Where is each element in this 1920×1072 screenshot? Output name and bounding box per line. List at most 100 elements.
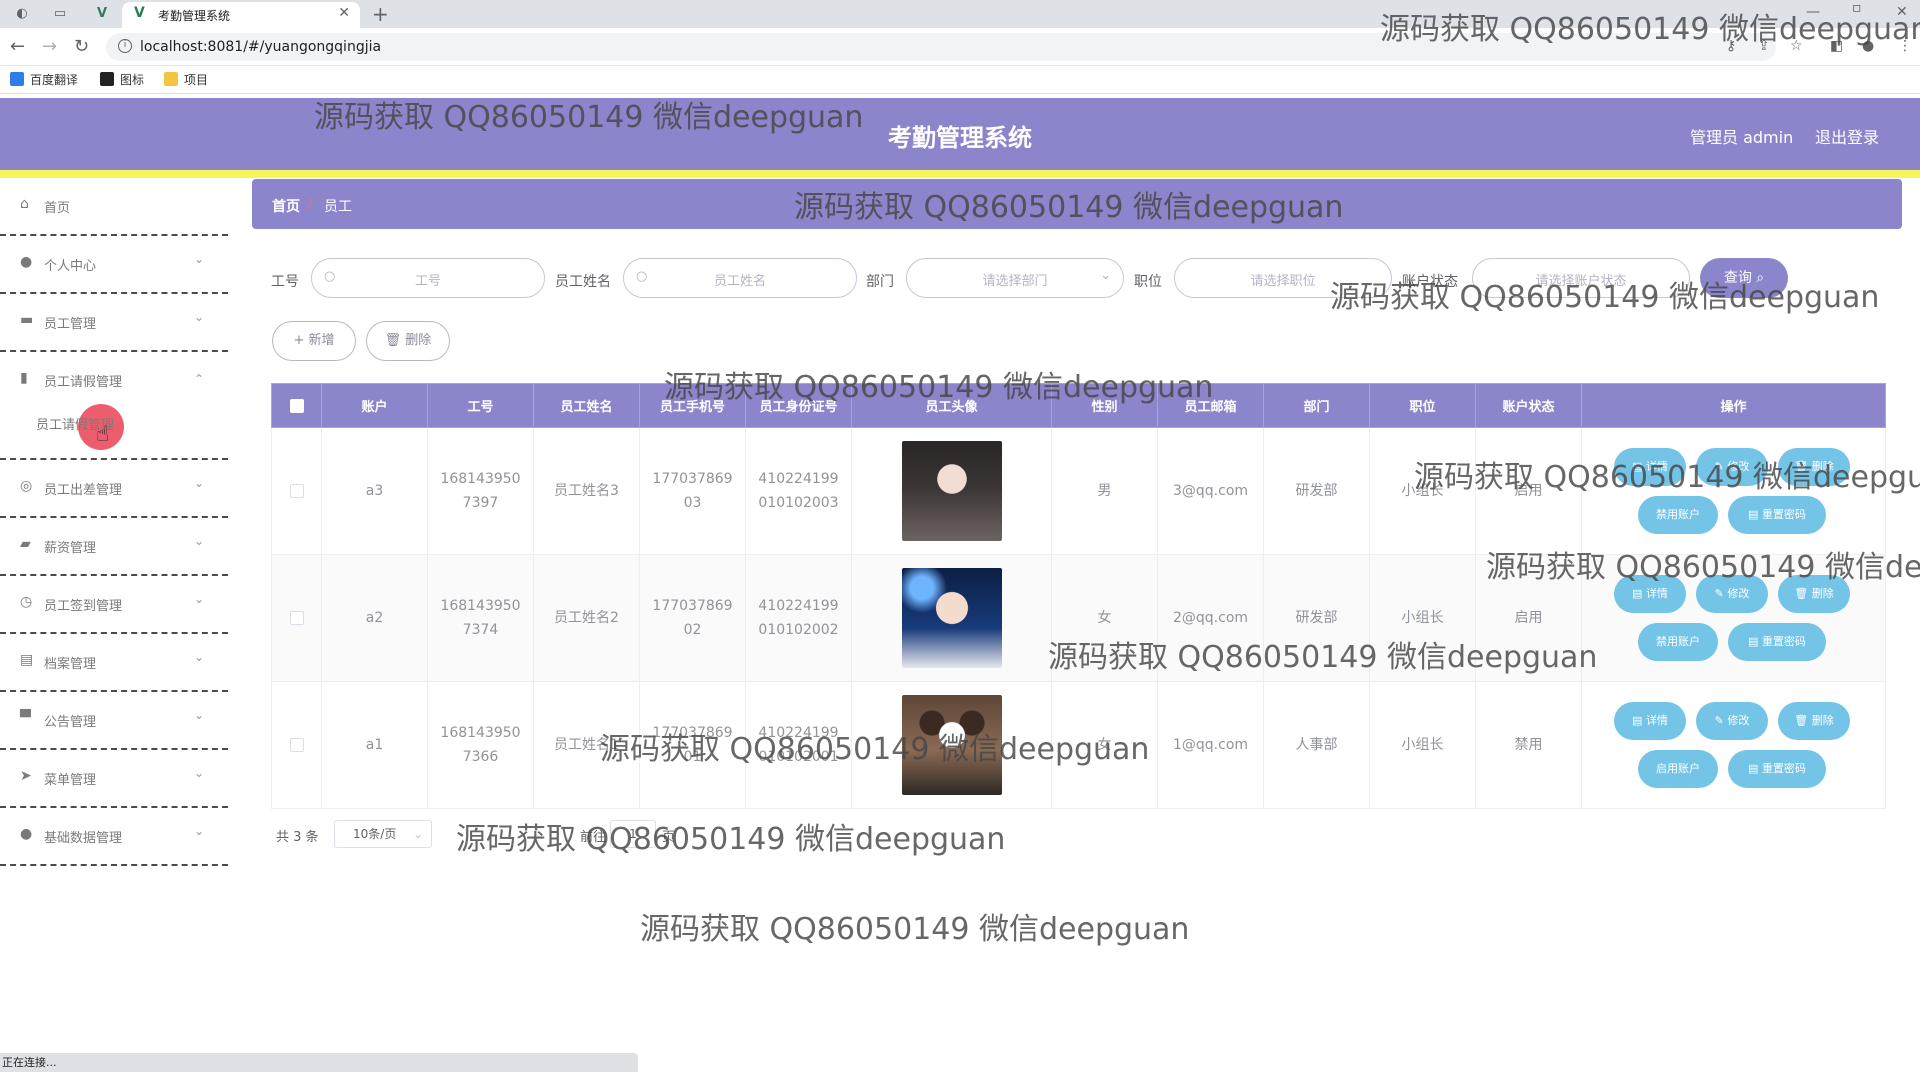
sidebar-item-personal[interactable]: ● 个人中心 ⌄ [0, 236, 228, 294]
sidebar-item-checkin[interactable]: ◷ 员工签到管理 ⌄ [0, 576, 228, 634]
trash-icon: 🗑 [1794, 460, 1812, 473]
monitor-icon: ▀ [20, 710, 31, 726]
row-checkbox[interactable] [289, 484, 304, 498]
bookmark-item[interactable]: 百度翻译 [10, 71, 78, 88]
back-icon[interactable]: ← [10, 36, 25, 57]
delete-label: 删除 [1811, 587, 1834, 600]
key-icon[interactable]: ⚷ [1726, 38, 1736, 54]
cell-email: 3@qq.com [1157, 427, 1264, 555]
star-icon[interactable]: ☆ [1790, 38, 1803, 54]
edit-button[interactable]: ✎ 修改 [1696, 575, 1768, 613]
sidebar-item-employee[interactable]: ▬ 员工管理 ⌄ [0, 294, 228, 352]
add-button[interactable]: + 新增 [272, 321, 356, 361]
bookmark-item[interactable]: 项目 [164, 71, 208, 88]
detail-button[interactable]: ▤ 详情 [1614, 702, 1686, 740]
sidebar-item-label: 公告管理 [44, 715, 97, 730]
profile-icon[interactable]: ● [1862, 38, 1874, 54]
edit-icon: ✎ [1714, 714, 1728, 727]
breadcrumb-home[interactable]: 首页 [272, 196, 300, 216]
delete-button[interactable]: 🗑 删除 [1778, 702, 1850, 740]
cell-position: 小组长 [1369, 681, 1476, 809]
dept-select[interactable]: 请选择部门 ⌄ [906, 258, 1124, 298]
cell-avatar [851, 427, 1052, 555]
row-select-cell[interactable] [271, 554, 322, 682]
toggle-account-button[interactable]: 禁用账户 [1638, 496, 1718, 534]
edit-icon: ✎ [1714, 587, 1728, 600]
reload-icon[interactable]: ↻ [74, 36, 89, 57]
browser-tab-active[interactable]: V 考勤管理系统 ✕ [122, 2, 360, 28]
cell-dept: 研发部 [1263, 427, 1370, 555]
cell-email: 1@qq.com [1157, 681, 1264, 809]
current-user: 管理员 admin [1690, 128, 1794, 147]
name-input[interactable]: ○ 员工姓名 [623, 258, 857, 298]
url-input[interactable]: i localhost:8081/#/yuangongqingjia [106, 33, 1776, 61]
avatar-image[interactable] [901, 568, 1002, 668]
sidebar-item-label: 员工出差管理 [44, 483, 123, 498]
cell-phone: 17703786902 [639, 554, 746, 682]
tab-search-icon[interactable]: ◐ [12, 4, 32, 24]
delete-button[interactable]: 🗑 删除 [1778, 448, 1850, 486]
detail-button[interactable]: ▤ 详情 [1614, 575, 1686, 613]
row-checkbox[interactable] [289, 611, 304, 625]
avatar-image[interactable] [901, 441, 1002, 541]
row-select-cell[interactable] [271, 681, 322, 809]
new-tab-icon[interactable]: + [372, 2, 389, 26]
chevron-down-icon: ⌄ [194, 592, 205, 606]
cell-job-no: 1681439507374 [427, 554, 534, 682]
position-select[interactable]: 请选择职位 [1174, 258, 1392, 298]
reset-password-button[interactable]: ▤ 重置密码 [1728, 750, 1826, 788]
page-size-select[interactable]: 10条/页 ⌄ [334, 820, 432, 848]
avatar-image[interactable] [901, 695, 1002, 795]
info-icon[interactable]: i [118, 39, 132, 53]
edit-button[interactable]: ✎ 修改 [1696, 702, 1768, 740]
delete-label: 删除 [1811, 460, 1834, 473]
reset-password-button[interactable]: ▤ 重置密码 [1728, 496, 1826, 534]
detail-label: 详情 [1645, 587, 1668, 600]
minimize-icon[interactable]: — [1806, 4, 1820, 20]
delete-button[interactable]: 🗑 删除 [1778, 575, 1850, 613]
forward-icon[interactable]: → [42, 36, 57, 57]
edit-button[interactable]: ✎ 修改 [1696, 448, 1768, 486]
sidebar-item-salary[interactable]: ▰ 薪资管理 ⌄ [0, 518, 228, 576]
detail-button[interactable]: ▤ 详情 [1614, 448, 1686, 486]
tab-bookmark-icon[interactable]: ▭ [50, 4, 70, 24]
sidebar-item-menu[interactable]: ➤ 菜单管理 ⌄ [0, 750, 228, 808]
sidebar-item-notice[interactable]: ▀ 公告管理 ⌄ [0, 692, 228, 750]
bookmark-image-icon [100, 72, 114, 86]
bar-chart-icon: ▮ [20, 370, 28, 386]
row-select-cell[interactable] [271, 427, 322, 555]
sidebar-item-home[interactable]: ⌂ 首页 [0, 178, 228, 236]
reset-password-button[interactable]: ▤ 重置密码 [1728, 623, 1826, 661]
select-all-checkbox[interactable] [289, 398, 304, 413]
toggle-account-button[interactable]: 启用账户 [1638, 750, 1718, 788]
chevron-down-icon: ⌄ [194, 310, 205, 324]
pinned-tab-icon[interactable]: V [92, 4, 112, 24]
clipboard-icon: ▤ [20, 652, 34, 668]
status-select[interactable]: 请选择账户状态 [1472, 258, 1690, 298]
batch-delete-button[interactable]: 🗑 删除 [366, 321, 450, 361]
toggle-account-button[interactable]: 禁用账户 [1638, 623, 1718, 661]
sidebar-item-business-trip[interactable]: ◎ 员工出差管理 ⌄ [0, 460, 228, 518]
row-checkbox[interactable] [289, 738, 304, 752]
placeholder: 请选择职位 [1250, 274, 1316, 289]
search-button[interactable]: 查询 ⌕ [1700, 258, 1788, 298]
menu-dots-icon[interactable]: ⋮ [1898, 38, 1912, 54]
folder-icon: ▬ [20, 312, 34, 328]
table-header-row: 账户 工号 员工姓名 员工手机号 员工身份证号 员工头像 性别 员工邮箱 部门 … [271, 383, 1886, 428]
sidepanel-icon[interactable]: ◧ [1830, 38, 1843, 54]
edit-label: 修改 [1727, 460, 1750, 473]
close-window-icon[interactable]: ✕ [1896, 4, 1908, 20]
maximize-icon[interactable]: ▫ [1852, 0, 1862, 16]
sidebar-item-base-data[interactable]: ● 基础数据管理 ⌄ [0, 808, 228, 866]
tab-close-icon[interactable]: ✕ [338, 5, 350, 21]
document-icon: ▤ [1632, 587, 1646, 600]
share-icon[interactable]: ⇪ [1758, 38, 1770, 54]
sidebar-item-archive[interactable]: ▤ 档案管理 ⌄ [0, 634, 228, 692]
address-bar: ← → ↻ i localhost:8081/#/yuangongqingjia… [0, 28, 1920, 66]
job-no-input[interactable]: ○ 工号 [311, 258, 545, 298]
bookmark-item[interactable]: 图标 [100, 71, 144, 88]
cell-avatar [851, 554, 1052, 682]
select-all-header[interactable] [271, 383, 322, 428]
page-jump-input[interactable]: 1 [610, 820, 656, 848]
logout-link[interactable]: 退出登录 [1815, 124, 1879, 148]
